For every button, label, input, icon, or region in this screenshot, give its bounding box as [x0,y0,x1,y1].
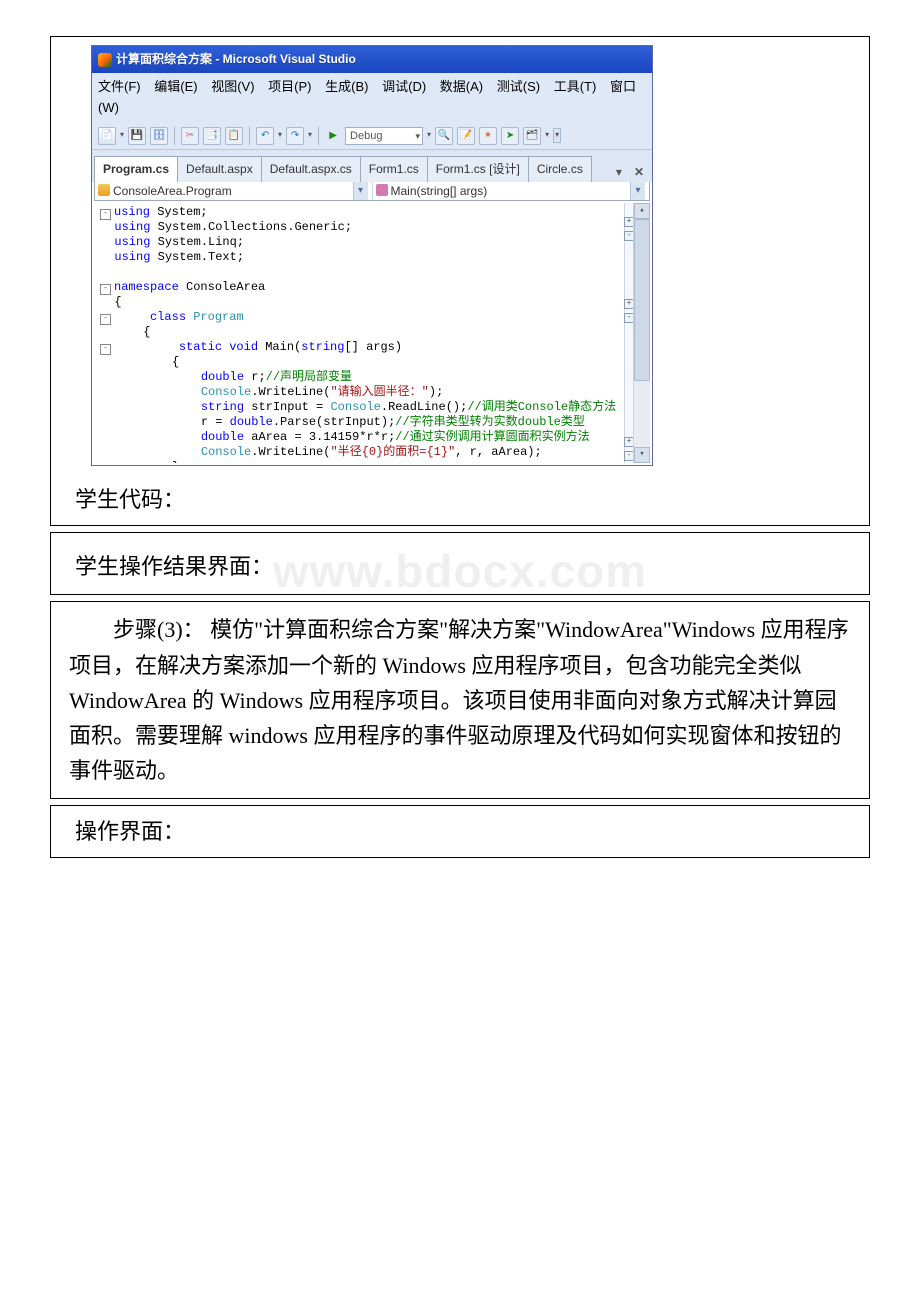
student-code-label: 学生代码： [51,474,869,525]
box-student-ui: www.bdocx.com 学生操作结果界面： [50,532,870,595]
scroll-down-icon[interactable]: ▾ [634,447,650,463]
ui-label: 操作界面： [51,806,869,857]
vs-doctabs: Program.cs Default.aspx Default.aspx.cs … [92,150,652,182]
nav-class-combo[interactable]: ConsoleArea.Program [95,182,373,200]
tab-default-aspx-cs[interactable]: Default.aspx.cs [261,156,361,182]
start-icon[interactable]: ▶ [325,128,341,144]
tab-default-aspx[interactable]: Default.aspx [177,156,262,182]
menu-project[interactable]: 项目(P) [268,79,311,94]
props-icon[interactable]: ➤ [501,127,519,145]
redo-icon[interactable]: ↷ [286,127,304,145]
tab-close-icon[interactable]: ✕ [628,163,650,182]
tab-form1-cs-design[interactable]: Form1.cs [设计] [427,156,529,182]
vs-menubar: 文件(F) 编辑(E) 视图(V) 项目(P) 生成(B) 调试(D) 数据(A… [92,73,652,123]
save-icon[interactable]: 💾 [128,127,146,145]
explorer-icon[interactable]: 🗂 [523,127,541,145]
vertical-scrollbar[interactable]: ▴ ▾ [633,203,650,463]
menu-data[interactable]: 数据(A) [440,79,483,94]
box-ui-label: 操作界面： [50,805,870,858]
cut-icon[interactable]: ✂ [181,127,199,145]
menu-view[interactable]: 视图(V) [211,79,254,94]
nav-method-combo[interactable]: Main(string[] args) [373,182,650,200]
tab-program-cs[interactable]: Program.cs [94,156,178,182]
scroll-thumb[interactable] [634,219,650,381]
vs-logo-icon [98,53,112,67]
class-icon [98,184,110,196]
scroll-up-icon[interactable]: ▴ [634,203,650,219]
code-content[interactable]: -using System; using System.Collections.… [94,203,624,463]
toolbar-separator [174,127,175,145]
paste-icon[interactable]: 📋 [225,127,243,145]
find-icon[interactable]: 🔍 [435,127,453,145]
comment-icon[interactable]: 📝 [457,127,475,145]
menu-build[interactable]: 生成(B) [325,79,368,94]
tab-form1-cs[interactable]: Form1.cs [360,156,428,182]
menu-edit[interactable]: 编辑(E) [154,79,197,94]
new-project-icon[interactable]: 📄 [98,127,116,145]
vs-title: 计算面积综合方案 - Microsoft Visual Studio [116,50,356,69]
menu-debug[interactable]: 调试(D) [382,79,426,94]
student-ui-label: 学生操作结果界面： [75,549,845,584]
vs-toolbar: 📄 ▾ 💾 🗄 ✂ 📑 📋 ↶ ▾ ↷ ▾ ▶ Debug ▾ 🔍 📝 ✴ [92,123,652,150]
toolbar-separator [318,127,319,145]
vs-navbar: ConsoleArea.Program Main(string[] args) [94,182,650,201]
save-all-icon[interactable]: 🗄 [150,127,168,145]
box-vs-screenshot: 计算面积综合方案 - Microsoft Visual Studio 文件(F)… [50,36,870,526]
vs-editor[interactable]: -using System; using System.Collections.… [94,203,650,463]
menu-tools[interactable]: 工具(T) [554,79,597,94]
tab-dropdown-icon[interactable]: ▾ [610,163,628,182]
config-combo[interactable]: Debug [345,127,423,145]
menu-file[interactable]: 文件(F) [98,79,141,94]
vs-window: 计算面积综合方案 - Microsoft Visual Studio 文件(F)… [91,45,653,466]
method-icon [376,184,388,196]
toolbox-icon[interactable]: ✴ [479,127,497,145]
menu-test[interactable]: 测试(S) [497,79,540,94]
undo-icon[interactable]: ↶ [256,127,274,145]
tab-circle-cs[interactable]: Circle.cs [528,156,592,182]
step3-text: 步骤(3)： 模仿"计算面积综合方案"解决方案"WindowArea"Windo… [69,612,851,788]
toolbar-separator [249,127,250,145]
vs-titlebar: 计算面积综合方案 - Microsoft Visual Studio [92,46,652,73]
side-strip: + - + - + - [624,203,633,463]
copy-icon[interactable]: 📑 [203,127,221,145]
box-step3: 步骤(3)： 模仿"计算面积综合方案"解决方案"WindowArea"Windo… [50,601,870,799]
